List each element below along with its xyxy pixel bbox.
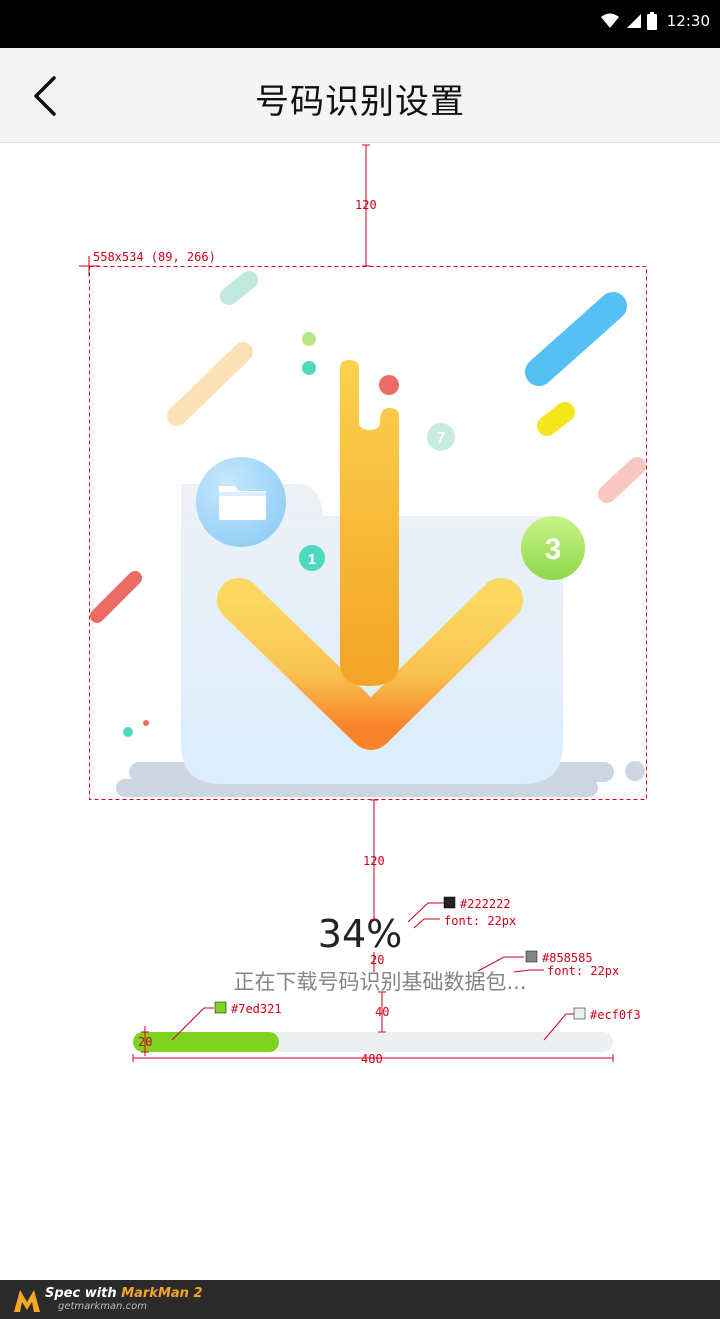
markman-footer: Spec with MarkMan 2 getmarkman.com [0,1280,720,1319]
download-illustration: 7 1 3 [89,266,647,800]
ann-fill-color: #7ed321 [231,1002,282,1016]
badge-3: 3 [521,516,585,580]
ann-spacing-bottom: 120 [363,854,385,868]
status-icons: 12:30 [600,12,710,30]
ann-percent-color: #222222 [460,897,511,911]
svg-text:3: 3 [545,533,562,566]
title-bar: 号码识别设置 [0,48,720,143]
footer-title: Spec with MarkMan 2 [45,1286,203,1301]
svg-text:1: 1 [308,551,316,568]
ann-box-label: 558x534 (89, 266) [93,250,216,264]
ann-bar-width: 480 [361,1052,383,1066]
status-bar: 12:30 [0,0,720,48]
footer-title-prefix: Spec with [45,1286,122,1301]
progress-bar [133,1032,613,1052]
badge-1: 1 [299,545,325,571]
status-time: 12:30 [666,12,710,30]
footer-url[interactable]: getmarkman.com [58,1301,147,1312]
signal-icon [626,14,641,28]
progress-fill [133,1032,280,1052]
folder-icon [196,457,286,547]
page-title: 号码识别设置 [255,82,465,122]
ann-spacing-top: 120 [355,198,377,212]
ann-track-color: #ecf0f3 [590,1008,641,1022]
download-status-text: 正在下载号码识别基础数据包... [233,970,527,994]
footer-brand: MarkMan 2 [121,1286,203,1301]
badge-7: 7 [427,423,455,451]
illustration-art: 7 1 3 [90,271,646,797]
svg-text:7: 7 [437,430,446,447]
battery-icon [646,12,657,30]
ann-gap-text-bar: 40 [375,1005,389,1019]
progress-percent: 34% [317,912,403,956]
wifi-icon [600,13,619,28]
markman-logo-icon [14,1290,40,1312]
